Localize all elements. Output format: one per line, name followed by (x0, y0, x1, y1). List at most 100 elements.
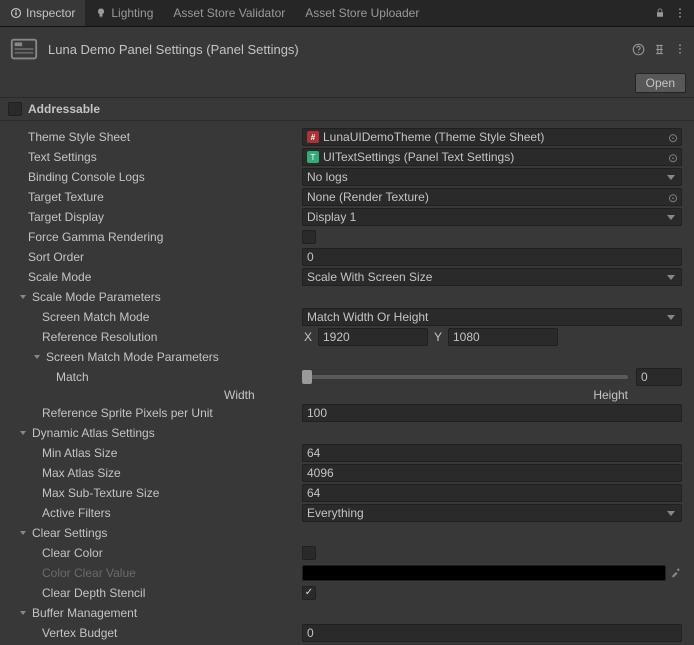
foldout-screen-match-params[interactable]: Screen Match Mode Parameters (12, 350, 302, 364)
label-force-gamma: Force Gamma Rendering (12, 230, 302, 244)
inspector-header: Luna Demo Panel Settings (Panel Settings… (0, 27, 694, 71)
x-label: X (302, 330, 314, 344)
label-sort-order: Sort Order (12, 250, 302, 264)
slider-thumb[interactable] (302, 370, 312, 384)
field-match-value[interactable]: 0 (636, 368, 682, 386)
asset-icon (8, 33, 40, 65)
eyedropper-icon[interactable] (670, 566, 682, 581)
field-scale-mode[interactable]: Scale With Screen Size (302, 268, 682, 286)
label-max-subtex: Max Sub-Texture Size (12, 486, 302, 500)
field-value: Everything (307, 506, 364, 520)
info-icon (10, 7, 22, 19)
slider-match[interactable] (302, 375, 628, 379)
field-color-clear-value[interactable] (302, 565, 666, 581)
tab-uploader[interactable]: Asset Store Uploader (295, 0, 429, 26)
foldout-buffer-mgmt[interactable]: Buffer Management (12, 606, 302, 620)
lock-icon[interactable] (654, 7, 666, 19)
field-theme-style-sheet[interactable]: # LunaUIDemoTheme (Theme Style Sheet) ⊙ (302, 128, 682, 146)
tab-inspector[interactable]: Inspector (0, 0, 85, 26)
label-color-clear-value: Color Clear Value (12, 566, 302, 580)
chevron-down-icon (32, 352, 42, 362)
foldout-label: Dynamic Atlas Settings (32, 426, 155, 440)
kebab-icon[interactable] (674, 43, 686, 55)
foldout-label: Clear Settings (32, 526, 107, 540)
field-screen-match-mode[interactable]: Match Width Or Height (302, 308, 682, 326)
foldout-dynamic-atlas[interactable]: Dynamic Atlas Settings (12, 426, 302, 440)
field-value: 64 (307, 486, 320, 500)
kebab-icon[interactable] (674, 7, 686, 19)
field-value: UITextSettings (Panel Text Settings) (323, 150, 514, 164)
field-target-display[interactable]: Display 1 (302, 208, 682, 226)
label-target-texture: Target Texture (12, 190, 302, 204)
label-max-atlas: Max Atlas Size (12, 466, 302, 480)
chevron-down-icon (18, 528, 28, 538)
chevron-down-icon (18, 608, 28, 618)
field-active-filters[interactable]: Everything (302, 504, 682, 522)
addressable-row: Addressable (0, 97, 694, 121)
field-text-settings[interactable]: T UITextSettings (Panel Text Settings) ⊙ (302, 148, 682, 166)
field-target-texture[interactable]: None (Render Texture) ⊙ (302, 188, 682, 206)
tab-label: Inspector (26, 6, 75, 20)
label-screen-match-mode: Screen Match Mode (12, 310, 302, 324)
chevron-down-icon (18, 428, 28, 438)
field-value: 4096 (307, 466, 334, 480)
field-value: 1920 (323, 330, 350, 344)
field-value: 0 (307, 626, 314, 640)
label-min-atlas: Min Atlas Size (12, 446, 302, 460)
y-label: Y (432, 330, 444, 344)
tab-label: Asset Store Validator (173, 6, 285, 20)
stylesheet-icon: # (307, 131, 319, 143)
tab-label: Lighting (111, 6, 153, 20)
text-settings-icon: T (307, 151, 319, 163)
checkbox-clear-color[interactable] (302, 546, 316, 560)
field-ref-sprite-pixels[interactable]: 100 (302, 404, 682, 422)
object-picker-icon[interactable]: ⊙ (668, 191, 678, 205)
foldout-label: Buffer Management (32, 606, 137, 620)
presets-icon[interactable] (653, 43, 666, 56)
help-icon[interactable] (632, 43, 645, 56)
field-value: 0 (307, 250, 314, 264)
tab-validator[interactable]: Asset Store Validator (163, 0, 295, 26)
label-reference-resolution: Reference Resolution (12, 330, 302, 344)
field-min-atlas[interactable]: 64 (302, 444, 682, 462)
slider-right-label: Height (593, 388, 628, 402)
tab-lighting[interactable]: Lighting (85, 0, 163, 26)
field-value: LunaUIDemoTheme (Theme Style Sheet) (323, 130, 544, 144)
field-value: Display 1 (307, 210, 356, 224)
field-max-atlas[interactable]: 4096 (302, 464, 682, 482)
field-max-subtex[interactable]: 64 (302, 484, 682, 502)
object-picker-icon[interactable]: ⊙ (668, 151, 678, 165)
field-ref-res-x[interactable]: 1920 (318, 328, 428, 346)
field-ref-res-y[interactable]: 1080 (448, 328, 558, 346)
label-ref-sprite-pixels: Reference Sprite Pixels per Unit (12, 406, 302, 420)
addressable-label: Addressable (28, 102, 100, 116)
field-value: Scale With Screen Size (307, 270, 432, 284)
field-sort-order[interactable]: 0 (302, 248, 682, 266)
slider-left-label: Width (224, 388, 255, 402)
field-value: 64 (307, 446, 320, 460)
field-value: 1080 (453, 330, 480, 344)
asset-title: Luna Demo Panel Settings (Panel Settings… (48, 42, 624, 57)
open-button[interactable]: Open (635, 73, 686, 93)
field-value: No logs (307, 170, 348, 184)
label-text-settings: Text Settings (12, 150, 302, 164)
foldout-scale-mode-params[interactable]: Scale Mode Parameters (12, 290, 302, 304)
label-active-filters: Active Filters (12, 506, 302, 520)
object-picker-icon[interactable]: ⊙ (668, 131, 678, 145)
label-theme-style-sheet: Theme Style Sheet (12, 130, 302, 144)
field-vertex-budget[interactable]: 0 (302, 624, 682, 642)
label-clear-depth-stencil: Clear Depth Stencil (12, 586, 302, 600)
lightbulb-icon (95, 7, 107, 19)
foldout-label: Screen Match Mode Parameters (46, 350, 219, 364)
checkbox-clear-depth-stencil[interactable] (302, 586, 316, 600)
addressable-checkbox[interactable] (8, 102, 22, 116)
tab-bar: Inspector Lighting Asset Store Validator… (0, 0, 694, 27)
chevron-down-icon (18, 292, 28, 302)
field-value: 100 (307, 406, 327, 420)
foldout-clear-settings[interactable]: Clear Settings (12, 526, 302, 540)
checkbox-force-gamma[interactable] (302, 230, 316, 244)
foldout-label: Scale Mode Parameters (32, 290, 161, 304)
field-binding-console-logs[interactable]: No logs (302, 168, 682, 186)
label-vertex-budget: Vertex Budget (12, 626, 302, 640)
field-value: 0 (641, 370, 648, 384)
